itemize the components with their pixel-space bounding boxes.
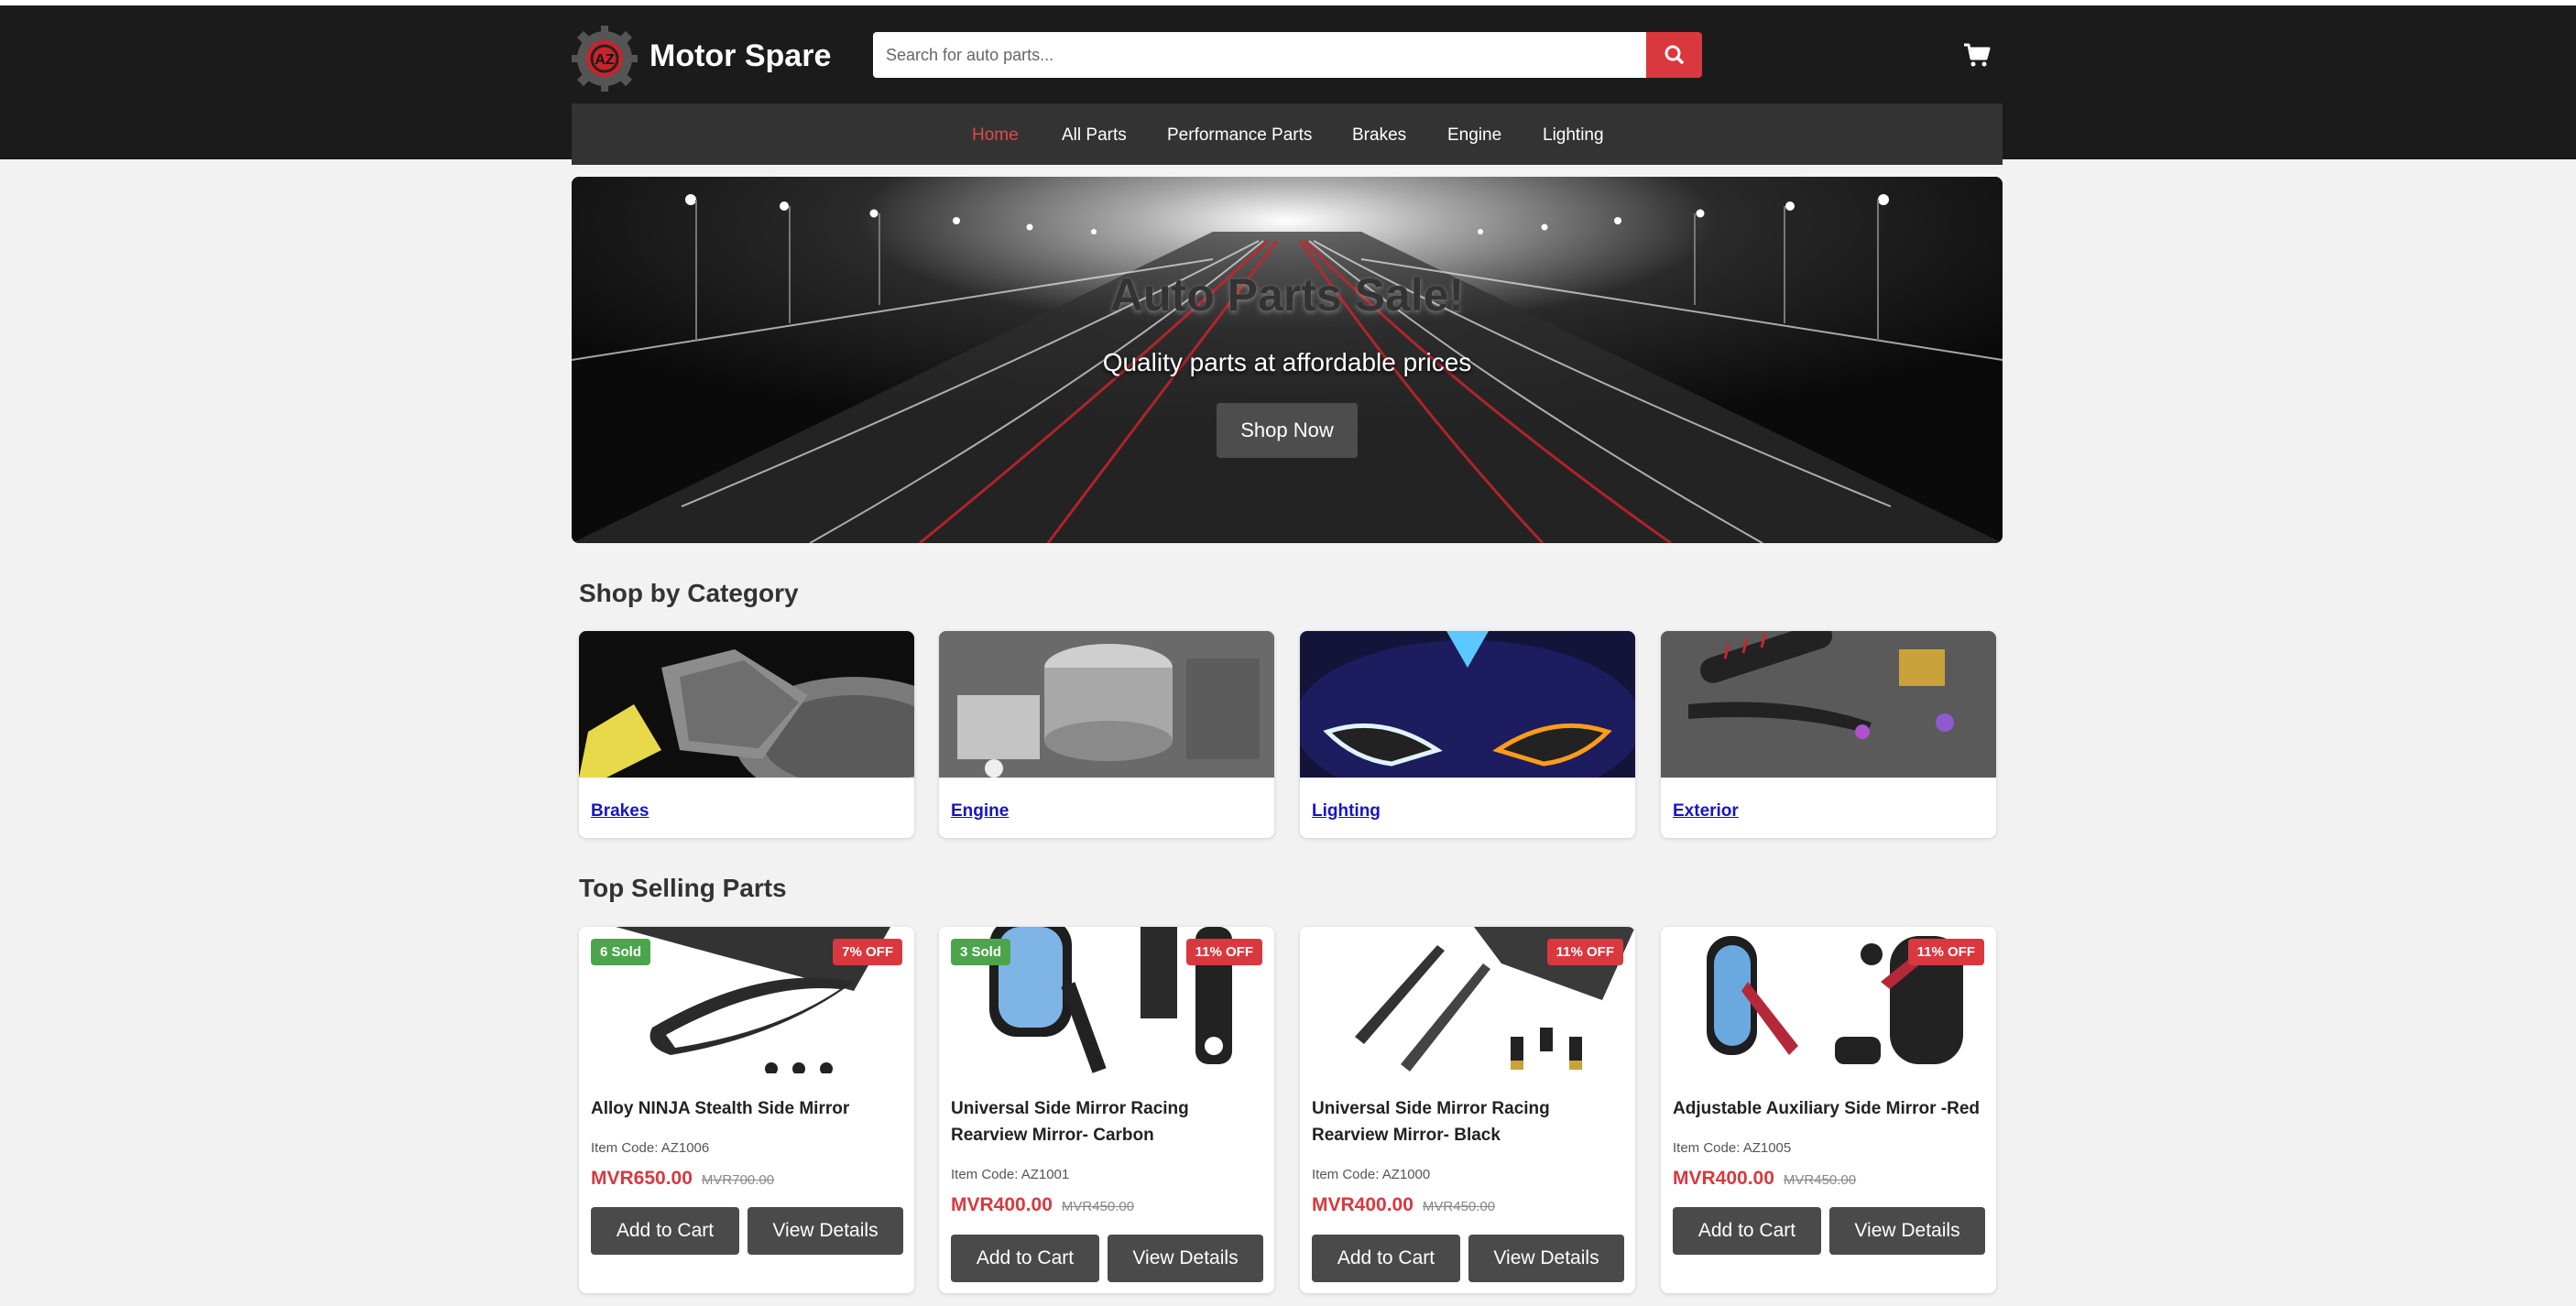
product-card: 3 Sold 11% OFF Universal Side Mirror Rac…: [939, 927, 1274, 1293]
old-price: MVR450.00: [1783, 1172, 1857, 1188]
search-input[interactable]: [873, 32, 1647, 78]
category-link-engine[interactable]: Engine: [951, 801, 1009, 822]
engine-image: [939, 631, 1274, 778]
item-code: Item Code: AZ1005: [1673, 1140, 1792, 1156]
brand-name[interactable]: Motor Spare: [649, 38, 831, 74]
nav-performance-parts[interactable]: Performance Parts: [1167, 125, 1312, 146]
old-price: MVR700.00: [701, 1172, 775, 1188]
current-price: MVR400.00: [1673, 1168, 1774, 1189]
logo-icon[interactable]: AZ: [570, 24, 639, 93]
view-details-button[interactable]: View Details: [748, 1207, 903, 1255]
current-price: MVR400.00: [951, 1194, 1053, 1215]
sold-badge: 3 Sold: [951, 939, 1011, 965]
cart-icon[interactable]: [1963, 42, 1991, 68]
item-code: Item Code: AZ1006: [591, 1140, 710, 1156]
discount-badge: 7% OFF: [833, 939, 902, 965]
product-card: 11% OFF Universal Side Mirror Racing Rea…: [1300, 927, 1635, 1293]
current-price: MVR650.00: [591, 1168, 693, 1189]
product-card: 6 Sold 7% OFF Alloy NINJA Stealth Side M…: [579, 927, 914, 1293]
category-link-exterior[interactable]: Exterior: [1673, 801, 1739, 822]
sold-badge: 6 Sold: [591, 939, 651, 965]
category-card-lighting[interactable]: Lighting: [1300, 631, 1635, 838]
hero-banner: Auto Parts Sale! Quality parts at afford…: [572, 177, 2003, 543]
hero-title: Auto Parts Sale!: [1109, 269, 1465, 321]
old-price: MVR450.00: [1422, 1199, 1496, 1214]
main-nav: Home All Parts Performance Parts Brakes …: [572, 103, 2003, 165]
add-to-cart-button[interactable]: Add to Cart: [951, 1235, 1099, 1282]
view-details-button[interactable]: View Details: [1829, 1207, 1985, 1255]
category-card-engine[interactable]: Engine: [939, 631, 1274, 838]
add-to-cart-button[interactable]: Add to Cart: [1312, 1235, 1460, 1282]
product-name[interactable]: Universal Side Mirror Racing Rearview Mi…: [1312, 1095, 1623, 1148]
product-name[interactable]: Alloy NINJA Stealth Side Mirror: [591, 1095, 902, 1122]
product-price: MVR400.00 MVR450.00: [1673, 1168, 1856, 1190]
item-code: Item Code: AZ1001: [951, 1167, 1070, 1182]
lighting-image: [1300, 631, 1635, 778]
old-price: MVR450.00: [1061, 1199, 1135, 1214]
discount-badge: 11% OFF: [1185, 939, 1262, 965]
product-card: 11% OFF Adjustable Auxiliary Side Mirror…: [1661, 927, 1996, 1293]
nav-all-parts[interactable]: All Parts: [1062, 125, 1127, 146]
add-to-cart-button[interactable]: Add to Cart: [1673, 1207, 1821, 1255]
svg-text:AZ: AZ: [595, 52, 615, 68]
product-price: MVR400.00 MVR450.00: [951, 1194, 1134, 1216]
site-header: AZ Motor Spare Home All Parts Performanc…: [0, 5, 2576, 165]
products-section-title: Top Selling Parts: [579, 874, 787, 902]
search-button[interactable]: [1646, 32, 1702, 78]
category-link-lighting[interactable]: Lighting: [1312, 801, 1381, 822]
shop-now-button[interactable]: Shop Now: [1217, 403, 1358, 458]
view-details-button[interactable]: View Details: [1468, 1235, 1624, 1282]
current-price: MVR400.00: [1312, 1194, 1414, 1215]
add-to-cart-button[interactable]: Add to Cart: [591, 1207, 739, 1255]
category-card-brakes[interactable]: Brakes: [579, 631, 914, 838]
nav-home[interactable]: Home: [972, 125, 1019, 146]
brakes-image: [579, 631, 914, 778]
category-card-exterior[interactable]: Exterior: [1661, 631, 1996, 838]
category-link-brakes[interactable]: Brakes: [591, 801, 649, 822]
nav-lighting[interactable]: Lighting: [1543, 125, 1604, 146]
category-section-title: Shop by Category: [579, 579, 799, 607]
search-icon: [1665, 45, 1684, 64]
item-code: Item Code: AZ1000: [1312, 1167, 1431, 1182]
discount-badge: 11% OFF: [1546, 939, 1623, 965]
product-price: MVR650.00 MVR700.00: [591, 1168, 774, 1190]
hero-subtitle: Quality parts at affordable prices: [1102, 348, 1472, 376]
nav-engine[interactable]: Engine: [1447, 125, 1501, 146]
nav-brakes[interactable]: Brakes: [1352, 125, 1406, 146]
product-price: MVR400.00 MVR450.00: [1312, 1194, 1495, 1216]
exterior-image: [1661, 631, 1996, 778]
product-name[interactable]: Universal Side Mirror Racing Rearview Mi…: [951, 1095, 1262, 1148]
product-name[interactable]: Adjustable Auxiliary Side Mirror -Red: [1673, 1095, 1984, 1122]
view-details-button[interactable]: View Details: [1108, 1235, 1263, 1282]
discount-badge: 11% OFF: [1907, 939, 1984, 965]
